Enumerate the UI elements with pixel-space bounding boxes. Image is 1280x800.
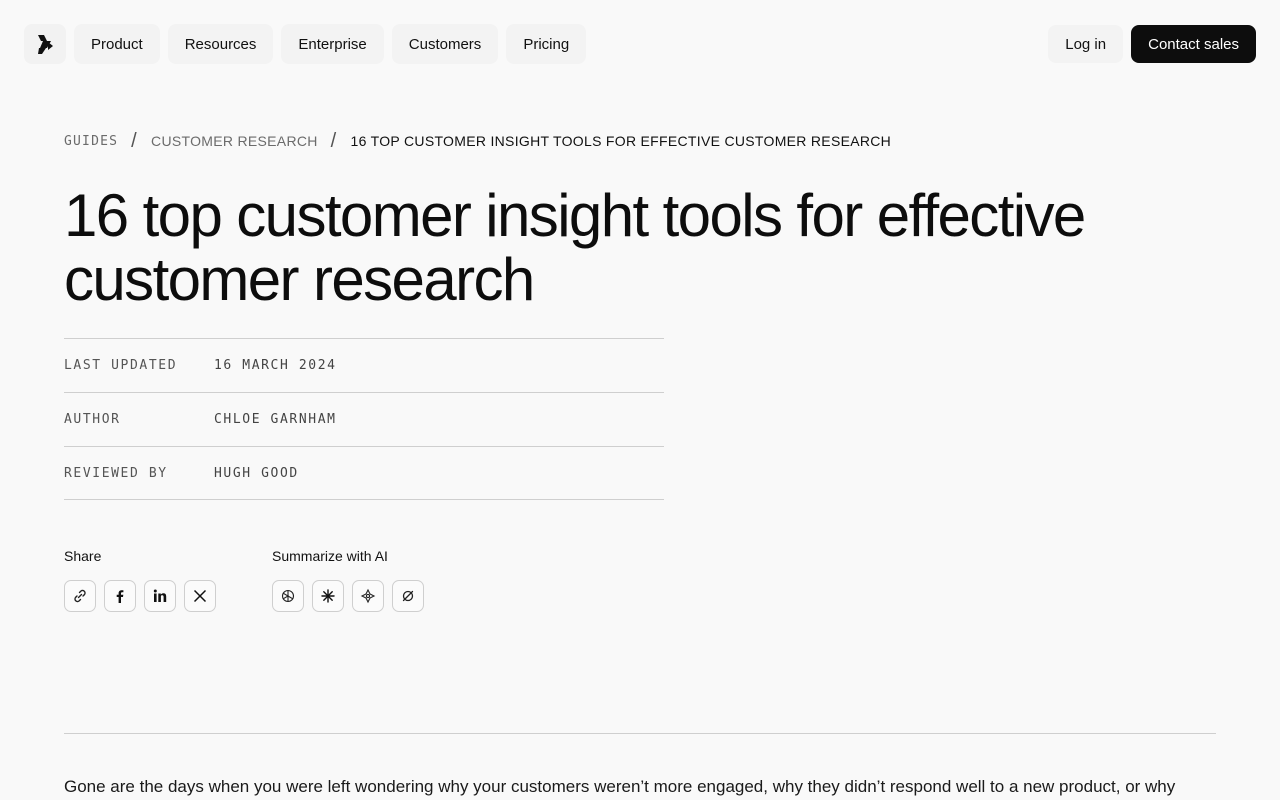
linkedin-icon xyxy=(153,589,167,602)
share-x-button[interactable] xyxy=(184,580,216,612)
breadcrumb-item-current: 16 TOP CUSTOMER INSIGHT TOOLS FOR EFFECT… xyxy=(350,133,892,149)
meta-row-reviewed-by: REVIEWED BY HUGH GOOD xyxy=(64,446,664,500)
nav-item-pricing[interactable]: Pricing xyxy=(506,24,587,64)
summarize-claude-button[interactable] xyxy=(312,580,344,612)
article-intro: Gone are the days when you were left won… xyxy=(64,777,1176,796)
summarize-icons xyxy=(272,580,432,612)
meta-label: LAST UPDATED xyxy=(64,358,178,373)
summarize-perplexity-button[interactable] xyxy=(392,580,424,612)
x-icon xyxy=(193,589,207,603)
top-nav: Product Resources Enterprise Customers P… xyxy=(24,24,1256,64)
claude-icon xyxy=(321,589,335,603)
breadcrumb-item-customer-research[interactable]: CUSTOMER RESEARCH xyxy=(151,133,318,149)
nav-item-resources[interactable]: Resources xyxy=(167,24,274,64)
meta-value: 16 MARCH 2024 xyxy=(214,358,337,373)
breadcrumb-item-guides[interactable]: GUIDES xyxy=(64,134,118,149)
dovetail-logo-icon xyxy=(38,35,53,54)
meta-value: HUGH GOOD xyxy=(214,465,299,481)
share-link-button[interactable] xyxy=(64,580,96,612)
meta-value: CHLOE GARNHAM xyxy=(214,412,337,427)
nav-item-enterprise[interactable]: Enterprise xyxy=(281,24,384,64)
gemini-icon xyxy=(360,588,376,604)
article-meta: LAST UPDATED 16 MARCH 2024 AUTHOR CHLOE … xyxy=(64,338,664,500)
chatgpt-icon xyxy=(281,589,295,603)
share-linkedin-button[interactable] xyxy=(144,580,176,612)
summarize-title: Summarize with AI xyxy=(272,548,388,564)
section-divider xyxy=(64,733,1216,734)
link-icon xyxy=(74,589,86,603)
facebook-icon xyxy=(116,590,124,603)
nav-item-product[interactable]: Product xyxy=(74,24,160,64)
summarize-gemini-button[interactable] xyxy=(352,580,384,612)
breadcrumb-separator: / xyxy=(330,129,337,152)
share-icons xyxy=(64,580,224,612)
breadcrumb-separator: / xyxy=(131,129,138,152)
home-logo-button[interactable] xyxy=(24,24,66,64)
perplexity-icon xyxy=(402,590,414,602)
share-facebook-button[interactable] xyxy=(104,580,136,612)
summarize-group: Summarize with AI xyxy=(272,548,432,612)
contact-sales-button[interactable]: Contact sales xyxy=(1131,25,1256,63)
nav-item-customers[interactable]: Customers xyxy=(391,24,499,64)
page-title: 16 top customer insight tools for effect… xyxy=(64,182,1086,313)
share-group: Share xyxy=(64,548,224,612)
login-button[interactable]: Log in xyxy=(1048,25,1124,63)
meta-row-author: AUTHOR CHLOE GARNHAM xyxy=(64,392,664,446)
meta-row-last-updated: LAST UPDATED 16 MARCH 2024 xyxy=(64,338,664,392)
share-title: Share xyxy=(64,548,102,564)
meta-label: REVIEWED BY xyxy=(64,465,168,481)
nav-actions: Log in Contact sales xyxy=(1048,25,1256,63)
breadcrumb: GUIDES / CUSTOMER RESEARCH / 16 TOP CUST… xyxy=(64,130,891,152)
summarize-chatgpt-button[interactable] xyxy=(272,580,304,612)
meta-label: AUTHOR xyxy=(64,412,121,427)
